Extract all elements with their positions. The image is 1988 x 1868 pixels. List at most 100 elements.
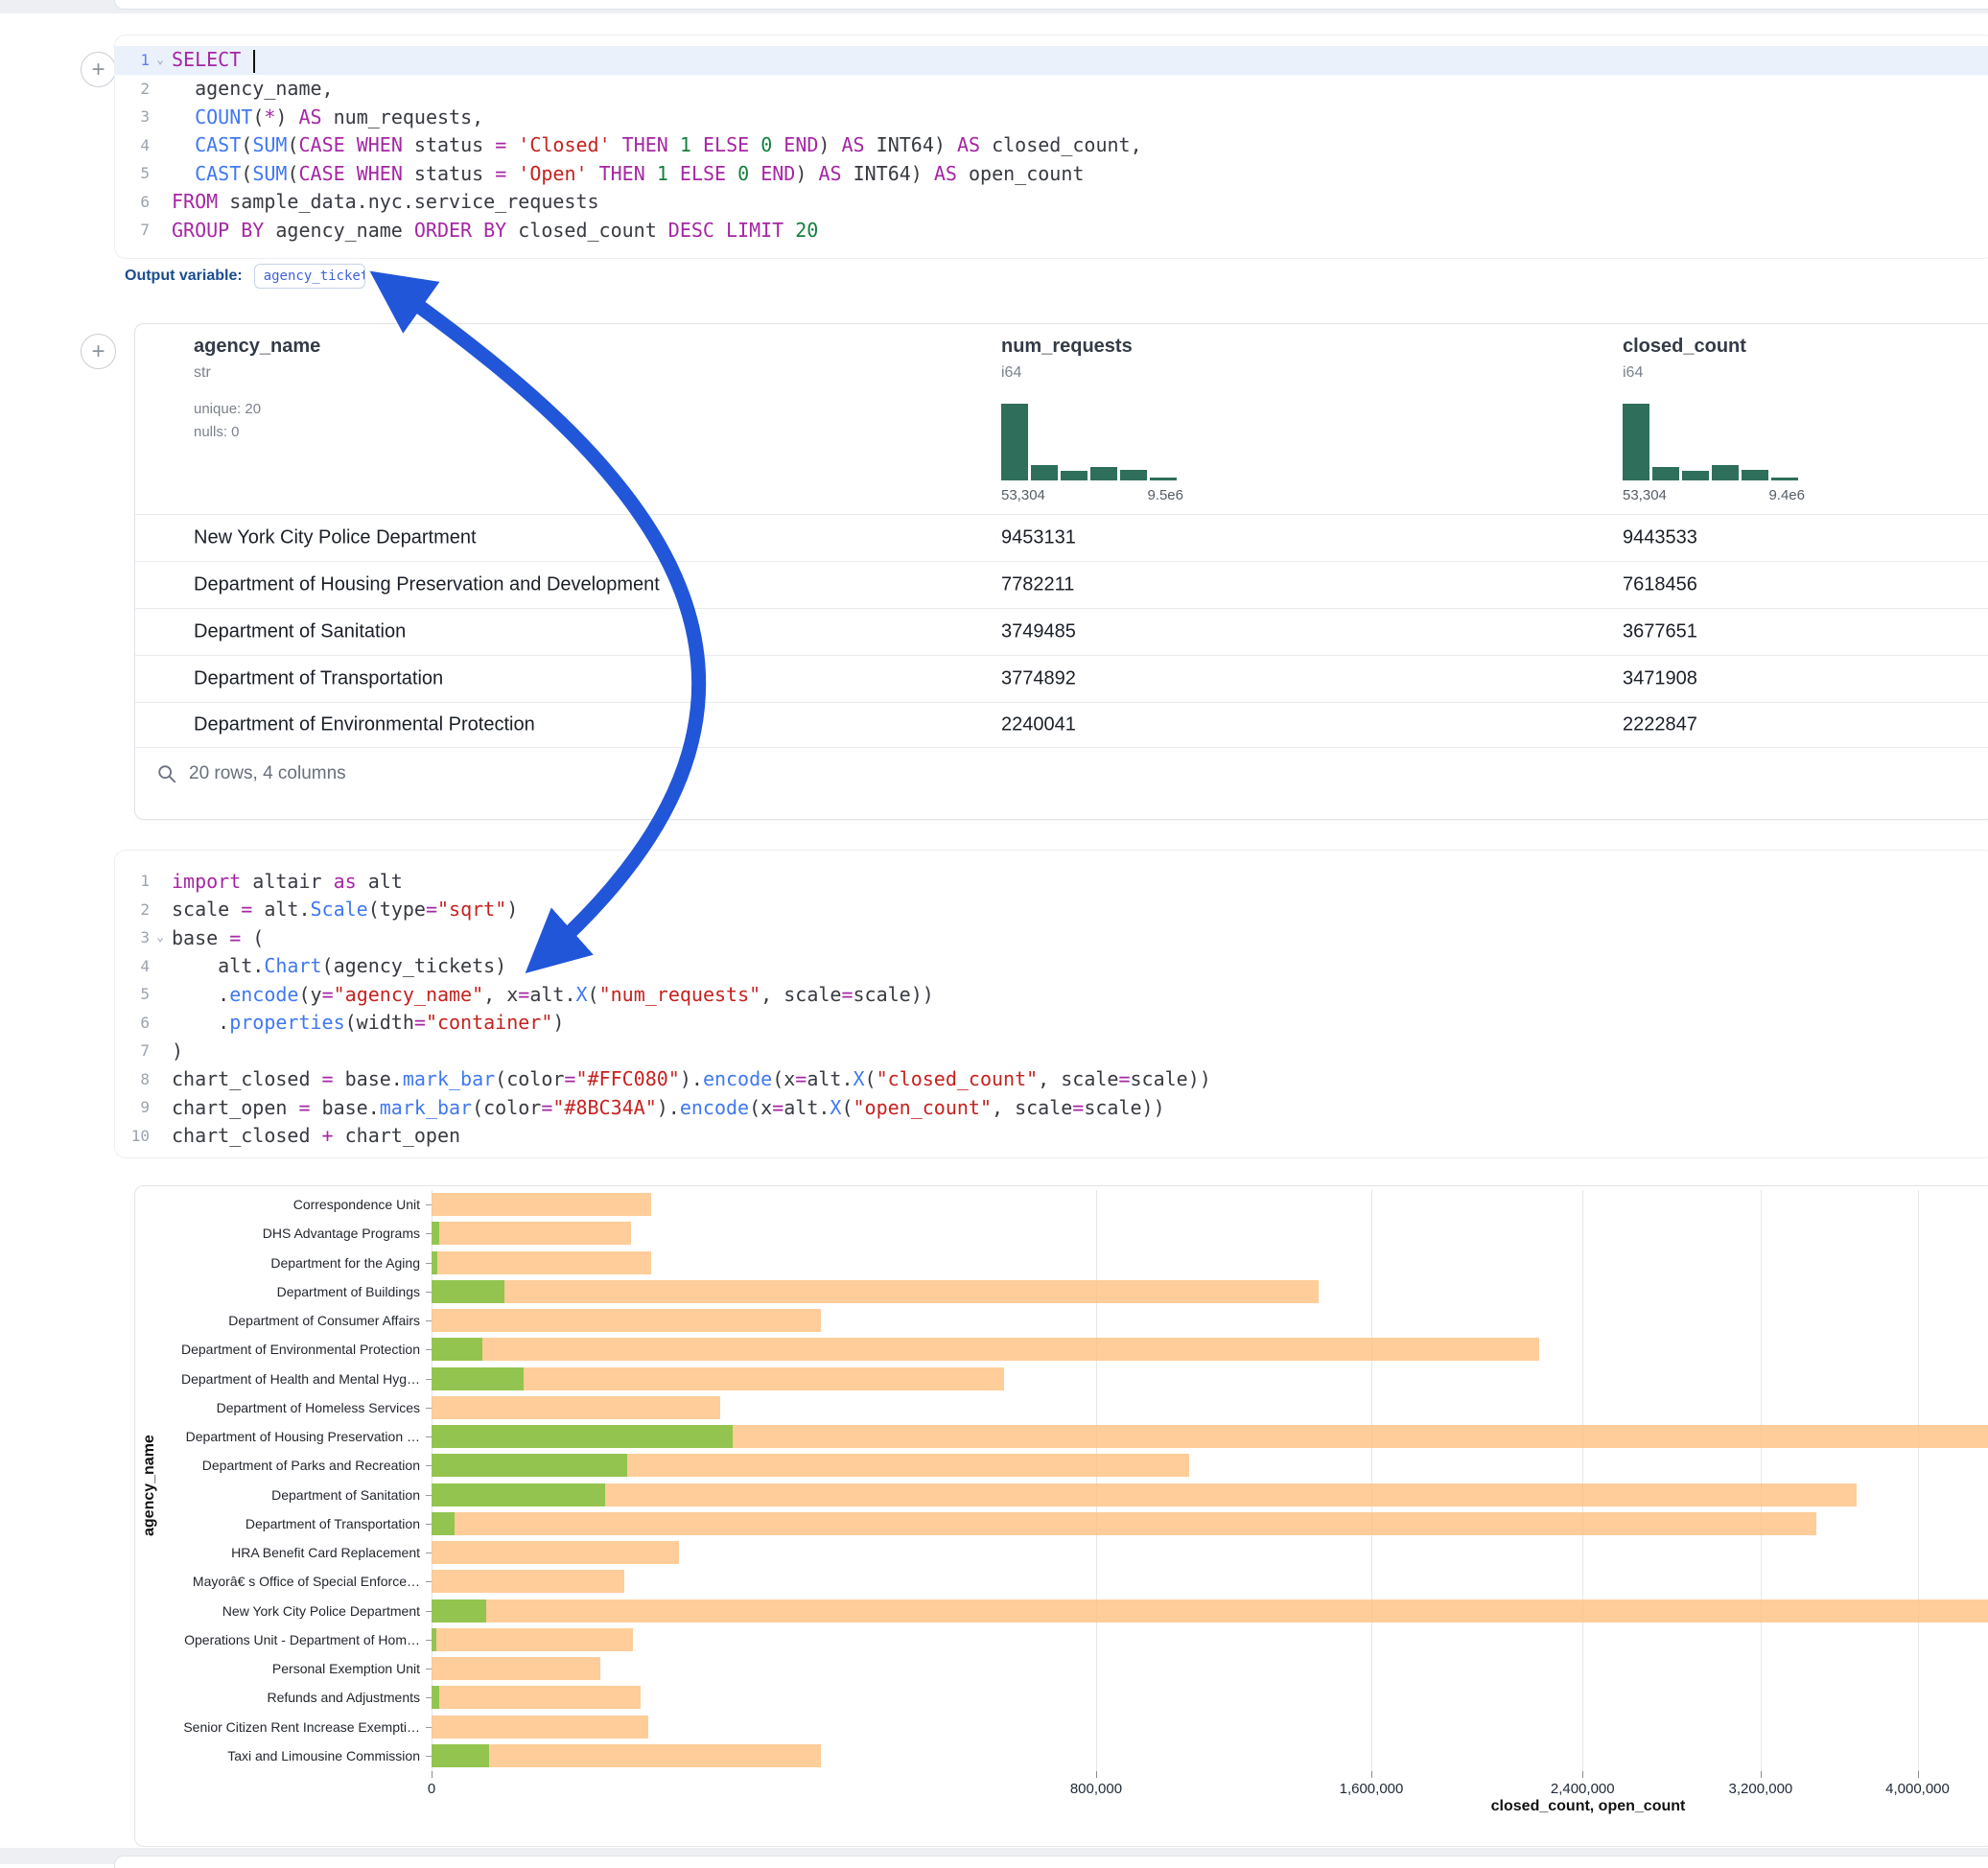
closed-count-bar[interactable] xyxy=(432,1744,821,1767)
table-row[interactable]: Department of Transportation377489234719… xyxy=(135,655,1988,702)
code-line[interactable]: 5 CAST(SUM(CASE WHEN status = 'Open' THE… xyxy=(115,159,1988,188)
code-line[interactable]: 1⌄SELECT xyxy=(115,46,1988,75)
y-axis-label: Operations Unit - Department of Hom… xyxy=(184,1625,420,1654)
code-token: = xyxy=(1072,1096,1084,1119)
open-count-bar[interactable] xyxy=(432,1628,436,1651)
column-type: i64 xyxy=(1623,364,1643,382)
open-count-bar[interactable] xyxy=(432,1744,489,1767)
open-count-bar[interactable] xyxy=(432,1338,482,1361)
table-row[interactable]: New York City Police Department945313194… xyxy=(135,514,1988,561)
code-token: WHEN xyxy=(357,162,403,185)
code-token: 'Closed' xyxy=(518,133,610,156)
code-line[interactable]: 6FROM sample_data.nyc.service_requests xyxy=(115,188,1988,217)
code-token xyxy=(588,162,599,185)
code-token: base. xyxy=(334,1067,403,1090)
code-line[interactable]: 9chart_open = base.mark_bar(color="#8BC3… xyxy=(115,1093,1988,1122)
code-line[interactable]: 3⌄base = ( xyxy=(115,923,1988,952)
closed-count-bar[interactable] xyxy=(432,1657,600,1680)
open-count-bar[interactable] xyxy=(432,1599,486,1623)
x-axis-tick-label: 3,200,000 xyxy=(1713,1781,1809,1797)
open-count-bar[interactable] xyxy=(432,1512,455,1535)
sql-editor-cell[interactable]: 1⌄SELECT 2 agency_name,3 COUNT(*) AS num… xyxy=(114,35,1988,259)
histogram-bar xyxy=(1742,470,1768,480)
closed-count-bar[interactable] xyxy=(432,1280,1319,1303)
closed-count-bar[interactable] xyxy=(432,1396,720,1419)
table-row[interactable]: Department of Environmental Protection22… xyxy=(135,702,1988,749)
code-line[interactable]: 10chart_closed + chart_open xyxy=(115,1122,1988,1151)
code-token: chart_closed xyxy=(172,1124,322,1147)
closed-count-bar[interactable] xyxy=(432,1570,624,1593)
code-token: (color xyxy=(472,1096,541,1119)
closed-count-bar[interactable] xyxy=(432,1541,679,1564)
line-number: 6 xyxy=(115,193,150,211)
code-line[interactable]: 7GROUP BY agency_name ORDER BY closed_co… xyxy=(115,216,1988,245)
code-text: CAST(SUM(CASE WHEN status = 'Open' THEN … xyxy=(171,162,1988,185)
code-line[interactable]: 8chart_closed = base.mark_bar(color="#FF… xyxy=(115,1065,1988,1094)
code-token: ). xyxy=(657,1096,680,1119)
column-histogram xyxy=(1623,404,1798,480)
open-count-bar[interactable] xyxy=(432,1686,439,1709)
search-icon[interactable] xyxy=(156,763,177,784)
code-token: = xyxy=(495,162,506,185)
code-token: "sqrt" xyxy=(437,898,506,921)
closed-count-bar[interactable] xyxy=(432,1716,648,1739)
add-cell-button-top[interactable]: + xyxy=(81,52,116,87)
open-count-bar[interactable] xyxy=(432,1425,733,1448)
chart-x-axis-title: closed_count, open_count xyxy=(1396,1798,1780,1815)
y-axis-label: DHS Advantage Programs xyxy=(263,1219,420,1248)
output-variable-chip[interactable]: agency_tickets xyxy=(254,264,365,289)
open-count-bar[interactable] xyxy=(432,1251,437,1274)
open-count-bar[interactable] xyxy=(432,1483,605,1506)
plus-icon: + xyxy=(91,340,105,363)
python-code-lines[interactable]: 1import altair as alt2scale = alt.Scale(… xyxy=(115,867,1988,1150)
table-cell: 7782211 xyxy=(1001,573,1074,595)
code-line[interactable]: 4 CAST(SUM(CASE WHEN status = 'Closed' T… xyxy=(115,131,1988,160)
closed-count-bar[interactable] xyxy=(432,1251,651,1274)
code-token: ) xyxy=(275,105,298,128)
code-token xyxy=(726,162,737,185)
table-row[interactable]: Department of Sanitation37494853677651 xyxy=(135,608,1988,655)
code-token: , x xyxy=(483,983,518,1006)
closed-count-bar[interactable] xyxy=(432,1628,633,1651)
histogram-min: 53,304 xyxy=(1623,487,1667,503)
closed-count-bar[interactable] xyxy=(432,1686,641,1709)
closed-count-bar[interactable] xyxy=(432,1222,631,1245)
code-line[interactable]: 7) xyxy=(115,1037,1988,1065)
closed-count-bar[interactable] xyxy=(432,1193,651,1216)
code-token xyxy=(772,133,784,156)
code-token: Scale xyxy=(311,898,368,921)
code-token xyxy=(645,162,657,185)
code-line[interactable]: 2 agency_name, xyxy=(115,75,1988,104)
code-token: LIMIT xyxy=(726,219,784,242)
open-count-bar[interactable] xyxy=(432,1367,524,1390)
code-token: X xyxy=(830,1096,841,1119)
code-line[interactable]: 2scale = alt.Scale(type="sqrt") xyxy=(115,896,1988,924)
open-count-bar[interactable] xyxy=(432,1454,627,1477)
code-token: ( xyxy=(241,926,264,949)
add-cell-button-middle[interactable]: + xyxy=(81,334,116,369)
closed-count-bar[interactable] xyxy=(432,1338,1539,1361)
code-token: scale)) xyxy=(1084,1096,1164,1119)
code-line[interactable]: 3 COUNT(*) AS num_requests, xyxy=(115,103,1988,131)
table-cell: Department of Transportation xyxy=(194,667,443,689)
fold-chevron-icon[interactable]: ⌄ xyxy=(150,53,171,67)
table-row[interactable]: Department of Housing Preservation and D… xyxy=(135,561,1988,608)
fold-chevron-icon[interactable]: ⌄ xyxy=(150,930,171,945)
code-line[interactable]: 4 alt.Chart(agency_tickets) xyxy=(115,952,1988,981)
code-line[interactable]: 5 .encode(y="agency_name", x=alt.X("num_… xyxy=(115,980,1988,1009)
code-line[interactable]: 6 .properties(width="container") xyxy=(115,1009,1988,1038)
closed-count-bar[interactable] xyxy=(432,1599,1988,1623)
open-count-bar[interactable] xyxy=(432,1280,504,1303)
closed-count-bar[interactable] xyxy=(432,1483,1857,1506)
closed-count-bar[interactable] xyxy=(432,1512,1816,1535)
column-name: closed_count xyxy=(1623,336,1746,358)
code-line[interactable]: 1import altair as alt xyxy=(115,867,1988,896)
histogram-bar xyxy=(1623,404,1649,480)
closed-count-bar[interactable] xyxy=(432,1309,821,1332)
output-variable-label: Output variable: xyxy=(125,268,243,285)
code-token xyxy=(172,105,195,128)
open-count-bar[interactable] xyxy=(432,1222,439,1245)
sql-code-lines[interactable]: 1⌄SELECT 2 agency_name,3 COUNT(*) AS num… xyxy=(115,46,1988,245)
code-token: ) xyxy=(795,162,818,185)
python-editor-cell[interactable]: 1import altair as alt2scale = alt.Scale(… xyxy=(114,850,1988,1158)
